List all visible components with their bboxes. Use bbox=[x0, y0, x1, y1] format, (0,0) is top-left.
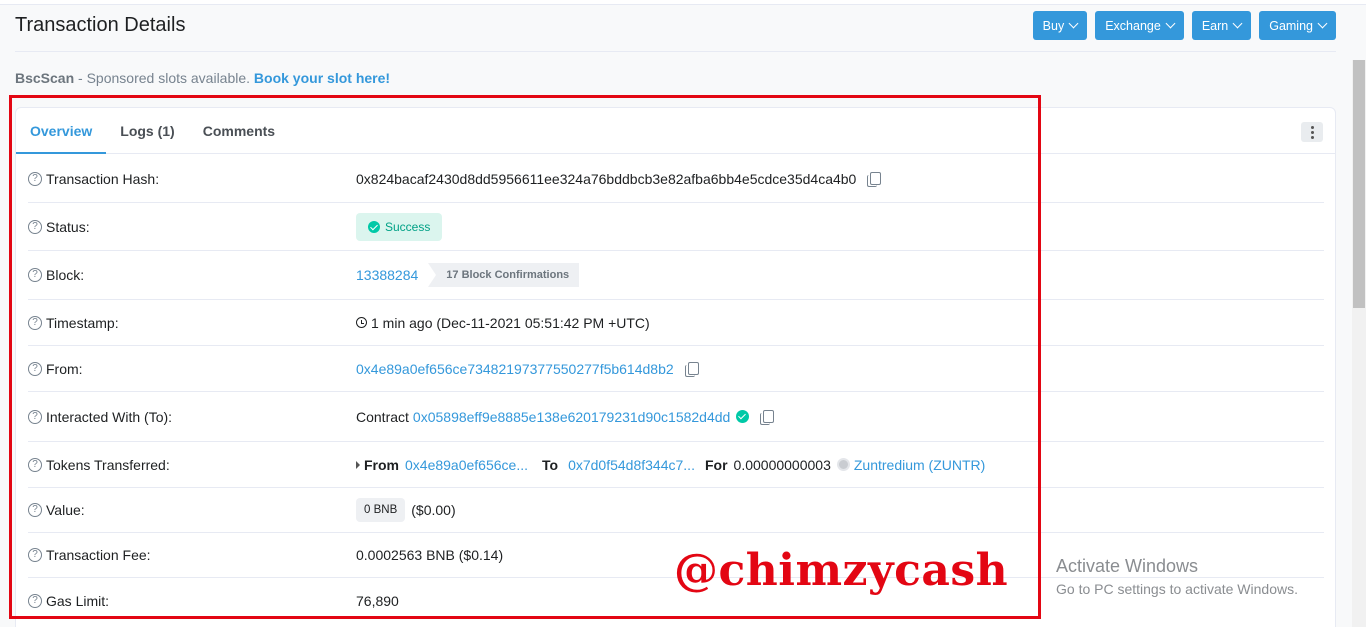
gas-label: Gas Limit: bbox=[46, 593, 110, 609]
top-menu: Buy Exchange Earn Gaming bbox=[1032, 11, 1336, 40]
token-name-link[interactable]: Zuntredium (ZUNTR) bbox=[854, 457, 985, 473]
status-label: Status: bbox=[46, 218, 90, 235]
block-number-link[interactable]: 13388284 bbox=[356, 267, 418, 283]
clock-icon bbox=[356, 317, 367, 328]
value-usd: ($0.00) bbox=[411, 502, 456, 518]
exchange-label: Exchange bbox=[1105, 18, 1161, 33]
contract-prefix: Contract bbox=[356, 408, 409, 425]
help-icon[interactable]: ? bbox=[28, 548, 42, 562]
copy-icon[interactable] bbox=[684, 362, 699, 377]
help-icon[interactable]: ? bbox=[28, 219, 42, 234]
block-label: Block: bbox=[46, 267, 85, 283]
chevron-down-icon bbox=[1317, 18, 1328, 29]
copy-icon[interactable] bbox=[760, 410, 775, 425]
help-icon[interactable]: ? bbox=[28, 268, 42, 282]
copy-icon[interactable] bbox=[867, 172, 882, 187]
chevron-down-icon bbox=[1068, 18, 1079, 29]
check-circle-icon bbox=[368, 220, 380, 233]
caret-right-icon bbox=[356, 460, 360, 469]
help-icon[interactable]: ? bbox=[28, 457, 42, 472]
row-block: ? Block: 13388284 17 Block Confirmations bbox=[28, 251, 1324, 300]
help-icon[interactable]: ? bbox=[28, 171, 42, 186]
value-amount-badge: 0 BNB bbox=[356, 498, 406, 522]
from-label: From: bbox=[46, 360, 83, 377]
row-from: ? From: 0x4e89a0ef656ce73482197377550277f… bbox=[28, 346, 1324, 392]
activate-title: Activate Windows bbox=[1056, 556, 1199, 576]
transaction-hash-value: 0x824bacaf2430d8dd5956611ee324a76bddbcb3… bbox=[356, 170, 857, 187]
tab-overview[interactable]: Overview bbox=[16, 108, 107, 154]
token-to-label: To bbox=[542, 456, 559, 473]
hash-label: Transaction Hash: bbox=[46, 170, 160, 187]
row-tokens-transferred: ? Tokens Transferred: From 0x4e89a0ef656c… bbox=[28, 442, 1324, 488]
help-icon[interactable]: ? bbox=[28, 594, 42, 608]
tab-comments[interactable]: Comments bbox=[189, 108, 289, 153]
help-icon[interactable]: ? bbox=[28, 361, 42, 376]
buy-label: Buy bbox=[1042, 18, 1065, 33]
watermark-text: @chimzycash bbox=[674, 545, 1009, 596]
gaming-label: Gaming bbox=[1269, 18, 1313, 33]
token-amount: 0.00000000003 bbox=[733, 456, 831, 473]
value-label: Value: bbox=[46, 502, 85, 518]
row-timestamp: ? Timestamp: 1 min ago (Dec-11-2021 05:51… bbox=[28, 300, 1324, 346]
contract-address-link[interactable]: 0x05898eff9e8885e138e620179231d90c1582d4… bbox=[413, 409, 730, 425]
token-logo-icon bbox=[836, 458, 850, 471]
tab-logs[interactable]: Logs (1) bbox=[106, 108, 188, 153]
book-slot-link[interactable]: Book your slot here! bbox=[254, 70, 390, 86]
token-to-link[interactable]: 0x7d0f54d8f344c7... bbox=[568, 457, 695, 473]
row-interacted-with: ? Interacted With (To): Contract 0x05898ef… bbox=[28, 392, 1324, 442]
gas-value: 76,890 bbox=[356, 593, 399, 609]
status-value: Success bbox=[385, 219, 431, 234]
fee-value: 0.0002563 BNB ($0.14) bbox=[356, 547, 504, 563]
earn-label: Earn bbox=[1201, 18, 1229, 33]
token-from-label: From bbox=[364, 456, 399, 473]
page-title: Transaction Details bbox=[15, 14, 186, 36]
top-border bbox=[0, 0, 1366, 5]
timestamp-value: 1 min ago (Dec-11-2021 05:51:42 PM +UTC) bbox=[371, 314, 650, 331]
gaming-menu-button[interactable]: Gaming bbox=[1259, 11, 1336, 40]
help-icon[interactable]: ? bbox=[28, 409, 42, 424]
block-confirmations-badge: 17 Block Confirmations bbox=[428, 263, 580, 287]
buy-menu-button[interactable]: Buy bbox=[1032, 11, 1088, 40]
help-icon[interactable]: ? bbox=[28, 315, 42, 330]
scrollbar-thumb[interactable] bbox=[1353, 60, 1365, 308]
more-options-icon[interactable] bbox=[1301, 122, 1323, 142]
verified-check-icon bbox=[736, 410, 750, 423]
earn-menu-button[interactable]: Earn bbox=[1191, 11, 1252, 40]
row-transaction-hash: ? Transaction Hash: 0x824bacaf2430d8dd595… bbox=[28, 155, 1324, 203]
help-icon[interactable]: ? bbox=[28, 503, 42, 517]
from-address-link[interactable]: 0x4e89a0ef656ce73482197377550277f5b614d8… bbox=[356, 361, 674, 377]
activate-subtitle: Go to PC settings to activate Windows. bbox=[1056, 581, 1298, 597]
status-badge: Success bbox=[356, 212, 443, 241]
tokens-label: Tokens Transferred: bbox=[46, 456, 170, 473]
exchange-menu-button[interactable]: Exchange bbox=[1095, 11, 1184, 40]
tab-bar: Overview Logs (1) Comments bbox=[16, 108, 1335, 154]
token-from-link[interactable]: 0x4e89a0ef656ce... bbox=[405, 457, 528, 473]
to-label: Interacted With (To): bbox=[46, 408, 173, 425]
chevron-down-icon bbox=[1165, 18, 1176, 29]
token-for-label: For bbox=[704, 456, 728, 473]
sponsor-banner: BscScan - Sponsored slots available. Boo… bbox=[15, 70, 390, 86]
row-value: ? Value: 0 BNB ($0.00) bbox=[28, 488, 1324, 533]
fee-label: Transaction Fee: bbox=[46, 547, 151, 563]
timestamp-label: Timestamp: bbox=[46, 314, 119, 331]
sponsor-brand: BscScan bbox=[15, 70, 75, 86]
sponsor-text: - Sponsored slots available. bbox=[74, 70, 254, 86]
activate-windows-notice: Activate Windows Go to PC settings to ac… bbox=[1056, 556, 1298, 597]
chevron-down-icon bbox=[1232, 18, 1243, 29]
title-divider bbox=[15, 51, 1336, 52]
row-status: ? Status: Success bbox=[28, 203, 1324, 251]
